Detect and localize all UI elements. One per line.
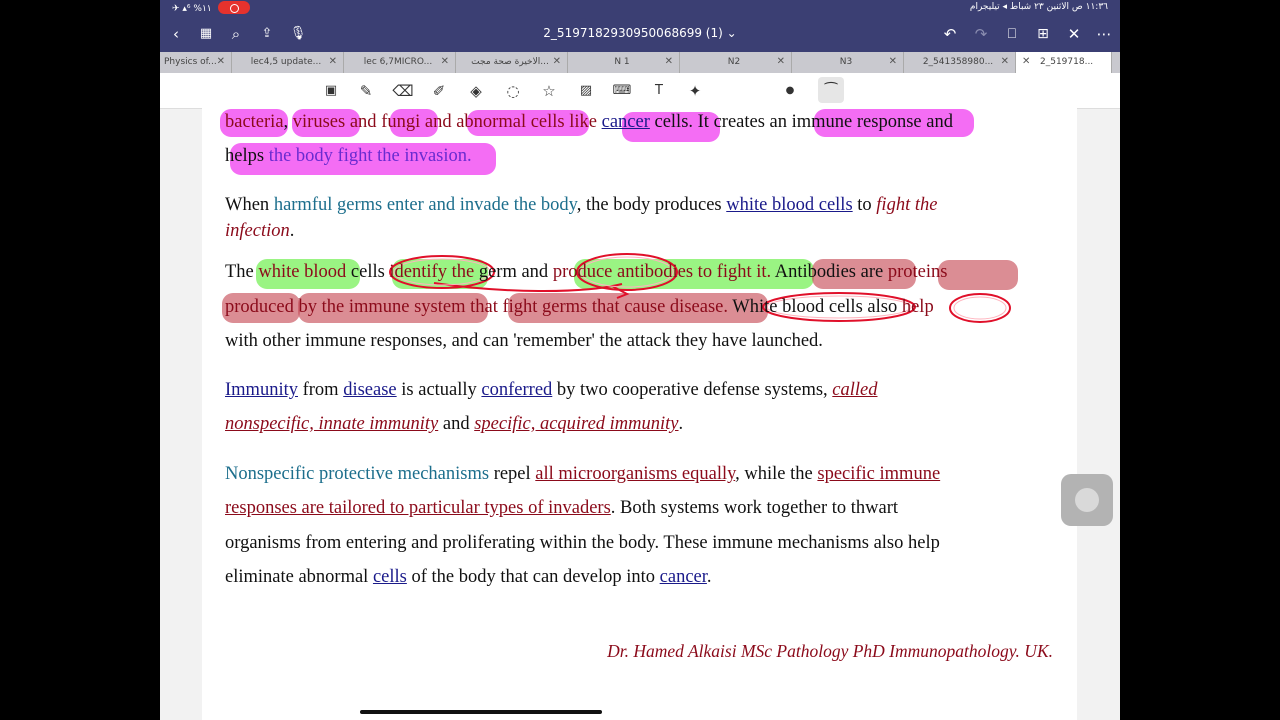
white-blood-cells-link[interactable]: white blood cells xyxy=(726,195,852,215)
ink-circle-help xyxy=(949,293,1011,323)
paragraph-5-line-2: responses are tailored to particular typ… xyxy=(225,498,899,518)
status-bar: ✈︎ ▴⁶ %١١ ١١:٣٦ ص الاثنين ٢٣ شباط ◂ تيلي… xyxy=(160,0,1120,17)
text-box-icon[interactable]: T xyxy=(648,81,670,101)
tab-n3[interactable]: N3 ✕ xyxy=(792,52,904,73)
tab-541358980[interactable]: 2_541358980... ✕ xyxy=(904,52,1016,73)
tab-n1[interactable]: N 1 ✕ xyxy=(568,52,680,73)
conferred-link[interactable]: conferred xyxy=(481,380,552,400)
paragraph-5-line-3: organisms from entering and proliferatin… xyxy=(225,533,940,553)
paragraph-1-line-2: helps the body fight the invasion. xyxy=(225,146,472,166)
eraser-icon[interactable]: ⌫ xyxy=(392,81,414,101)
tab-lec45[interactable]: lec4,5 update... ✕ xyxy=(232,52,344,73)
floating-assistive-button[interactable] xyxy=(1061,474,1113,526)
laser-pointer-icon[interactable]: ✦ xyxy=(684,81,706,101)
lasso-icon[interactable]: ◌ xyxy=(502,81,524,101)
paragraph-2-line-1: When harmful germs enter and invade the … xyxy=(225,195,938,215)
paragraph-2-line-2: infection. xyxy=(225,221,295,241)
paragraph-1-line-1: bacteria, viruses and fungi and abnormal… xyxy=(225,112,953,132)
bookmark-icon[interactable]: ⎕ xyxy=(1002,24,1022,44)
battery-wifi-indicators: ✈︎ ▴⁶ %١١ xyxy=(172,3,212,14)
home-indicator[interactable] xyxy=(360,710,602,714)
status-right: ١١:٣٦ ص الاثنين ٢٣ شباط ◂ تيليجرام xyxy=(969,2,1108,12)
tab-close-icon[interactable]: ✕ xyxy=(1001,56,1009,67)
shapes-icon[interactable]: ◈ xyxy=(465,81,487,101)
pen-stroke-icon[interactable]: ⁀ xyxy=(820,81,842,101)
tab-close-icon[interactable]: ✕ xyxy=(329,56,337,67)
tab-close-icon[interactable]: ✕ xyxy=(1022,56,1030,67)
keyboard-icon[interactable]: ⌨ xyxy=(611,81,633,101)
redo-icon[interactable]: ↷ xyxy=(971,24,991,44)
disease-link[interactable]: disease xyxy=(343,380,396,400)
add-page-icon[interactable]: ⊞ xyxy=(1033,24,1053,44)
ipad-screen: ✈︎ ▴⁶ %١١ ١١:٣٦ ص الاثنين ٢٣ شباط ◂ تيلي… xyxy=(160,0,1120,720)
tab-arabic[interactable]: الاخيرة صحة مجت... ✕ xyxy=(456,52,568,73)
tab-close-icon[interactable]: ✕ xyxy=(889,56,897,67)
tab-n2[interactable]: N2 ✕ xyxy=(680,52,792,73)
paragraph-4-line-1: Immunity from disease is actually confer… xyxy=(225,380,878,400)
cancer-link[interactable]: cancer xyxy=(602,112,650,132)
document-page[interactable]: bacteria, viruses and fungi and abnormal… xyxy=(202,108,1077,720)
title-bar: ‹ ▦ ⌕ ⇪ 🎙 2_5197182930950068699 (1) ⌄ ↶ … xyxy=(160,17,1120,52)
cancer-link-2[interactable]: cancer xyxy=(660,567,707,587)
annotation-toolbar xyxy=(160,73,1120,109)
immunity-link[interactable]: Immunity xyxy=(225,380,298,400)
paragraph-5-line-4: eliminate abnormal cells of the body tha… xyxy=(225,567,712,587)
tab-lec67[interactable]: lec 6,7MICRO... ✕ xyxy=(344,52,456,73)
document-tabs: Physics of... ✕ lec4,5 update... ✕ lec 6,7… xyxy=(160,52,1120,73)
tab-close-icon[interactable]: ✕ xyxy=(777,56,785,67)
sticker-icon[interactable]: ☆ xyxy=(538,81,560,101)
undo-icon[interactable]: ↶ xyxy=(940,24,960,44)
tab-active-document[interactable]: ✕ 2_519718... xyxy=(1016,52,1112,73)
paragraph-3-line-1: The white blood cells identify the germ … xyxy=(225,262,948,282)
pen-size-dot-icon[interactable]: ● xyxy=(779,81,801,101)
close-icon[interactable]: ✕ xyxy=(1064,24,1084,44)
tab-close-icon[interactable]: ✕ xyxy=(217,56,225,67)
more-icon[interactable]: ⋯ xyxy=(1094,24,1114,44)
paragraph-3-line-2: produced by the immune system that fight… xyxy=(225,297,934,317)
status-left: ✈︎ ▴⁶ %١١ xyxy=(172,1,250,15)
tab-close-icon[interactable]: ✕ xyxy=(441,56,449,67)
author-signature: Dr. Hamed Alkaisi MSc Pathology PhD Immu… xyxy=(607,641,1053,661)
paragraph-3-line-3: with other immune responses, and can 're… xyxy=(225,331,823,351)
paragraph-4-line-2: nonspecific, innate immunity and specifi… xyxy=(225,414,684,434)
screen-record-icon[interactable] xyxy=(217,1,250,14)
pen-icon[interactable]: ✎ xyxy=(355,81,377,101)
paragraph-5-line-1: Nonspecific protective mechanisms repel … xyxy=(225,464,941,484)
cells-link[interactable]: cells xyxy=(373,567,407,587)
read-mode-icon[interactable]: ▣ xyxy=(320,81,342,101)
highlighter-icon[interactable]: ✐ xyxy=(428,81,450,101)
tab-physics[interactable]: Physics of... ✕ xyxy=(160,52,232,73)
tab-close-icon[interactable]: ✕ xyxy=(665,56,673,67)
tab-close-icon[interactable]: ✕ xyxy=(553,56,561,67)
image-icon[interactable]: ▨ xyxy=(575,81,597,101)
